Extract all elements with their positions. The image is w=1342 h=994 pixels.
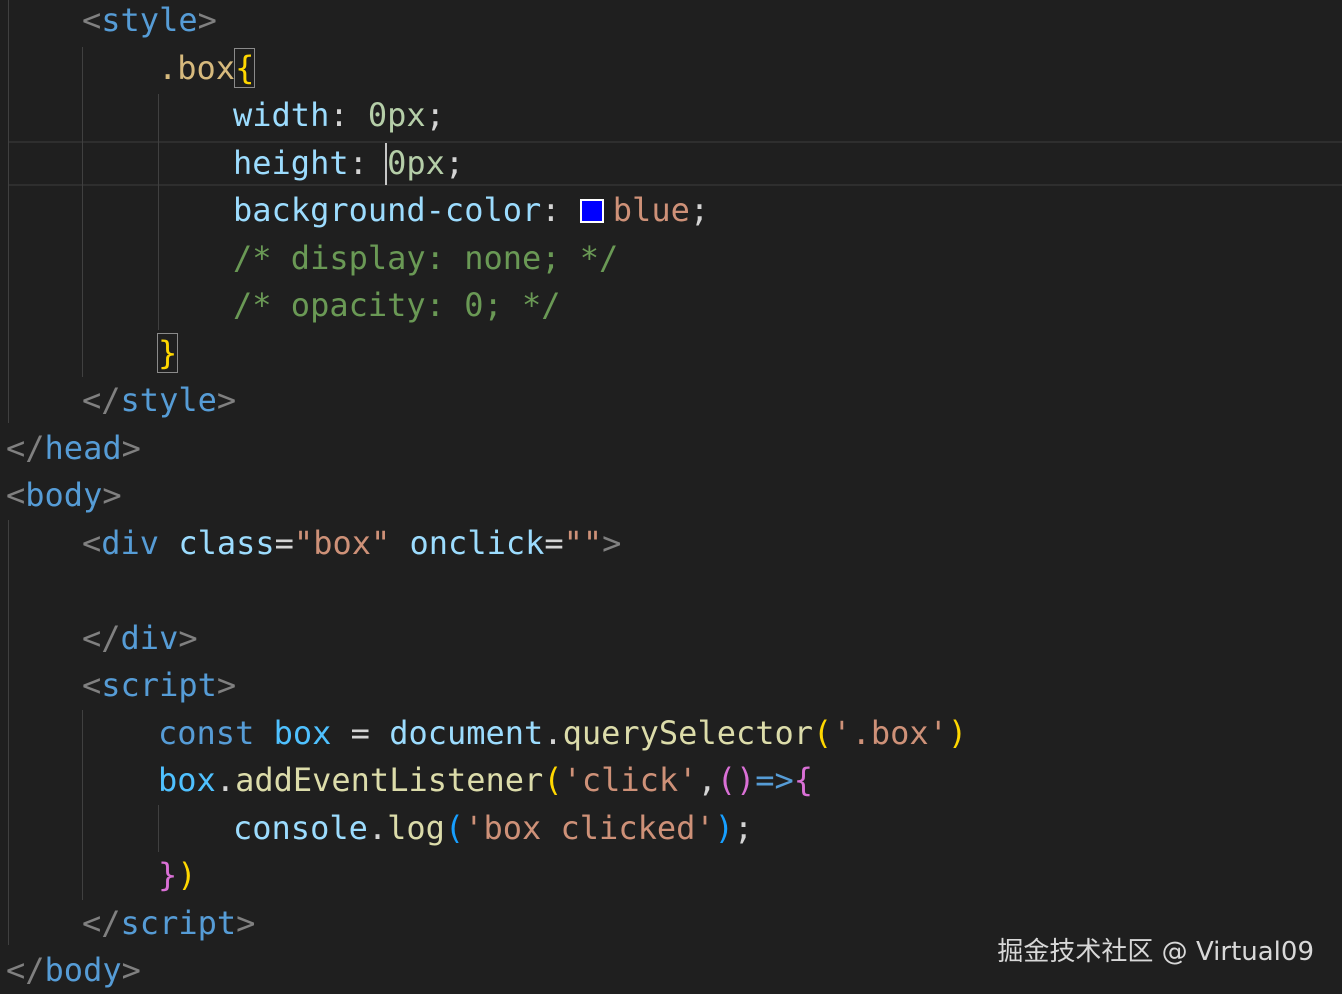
- bracket-match-open: {: [234, 48, 256, 88]
- indent-guide: [158, 94, 159, 330]
- bracket-match-close: }: [156, 333, 179, 373]
- code-line-5[interactable]: background-color: blue;: [233, 187, 709, 234]
- indent-guide: [82, 710, 83, 900]
- code-line-1[interactable]: <style>: [82, 0, 217, 44]
- code-line-15[interactable]: <script>: [82, 662, 236, 709]
- code-line-19[interactable]: }): [158, 852, 197, 899]
- text-cursor: [385, 143, 387, 185]
- indent-guide: [158, 805, 159, 852]
- watermark: 掘金技术社区 @ Virtual09: [997, 937, 1314, 967]
- code-line-20[interactable]: </script>: [82, 900, 255, 947]
- code-line-21[interactable]: </body>: [6, 947, 141, 994]
- code-line-9[interactable]: </style>: [82, 377, 236, 424]
- code-line-2[interactable]: .box{: [158, 45, 256, 92]
- code-line-16[interactable]: const box = document.querySelector('.box…: [158, 710, 967, 757]
- code-editor[interactable]: <style> .box{ width: 0px; height: 0px; b…: [0, 0, 1342, 992]
- code-line-14[interactable]: </div>: [82, 615, 198, 662]
- code-line-17[interactable]: box.addEventListener('click',()=>{: [158, 757, 813, 804]
- current-line-highlight: [8, 141, 1342, 186]
- indent-guide: [8, 0, 9, 423]
- code-line-6[interactable]: /* display: none; */: [233, 235, 618, 282]
- code-line-4[interactable]: height: 0px;: [233, 140, 464, 187]
- indent-guide: [8, 520, 9, 945]
- code-line-7[interactable]: /* opacity: 0; */: [233, 282, 561, 329]
- color-swatch[interactable]: [579, 199, 604, 223]
- code-line-18[interactable]: console.log('box clicked');: [233, 805, 753, 852]
- code-line-10[interactable]: </head>: [6, 425, 141, 472]
- code-line-12[interactable]: <div class="box" onclick="">: [82, 520, 621, 567]
- code-line-3[interactable]: width: 0px;: [233, 92, 445, 139]
- code-line-8[interactable]: }: [156, 330, 179, 377]
- indent-guide: [82, 47, 83, 377]
- code-line-11[interactable]: <body>: [6, 472, 122, 519]
